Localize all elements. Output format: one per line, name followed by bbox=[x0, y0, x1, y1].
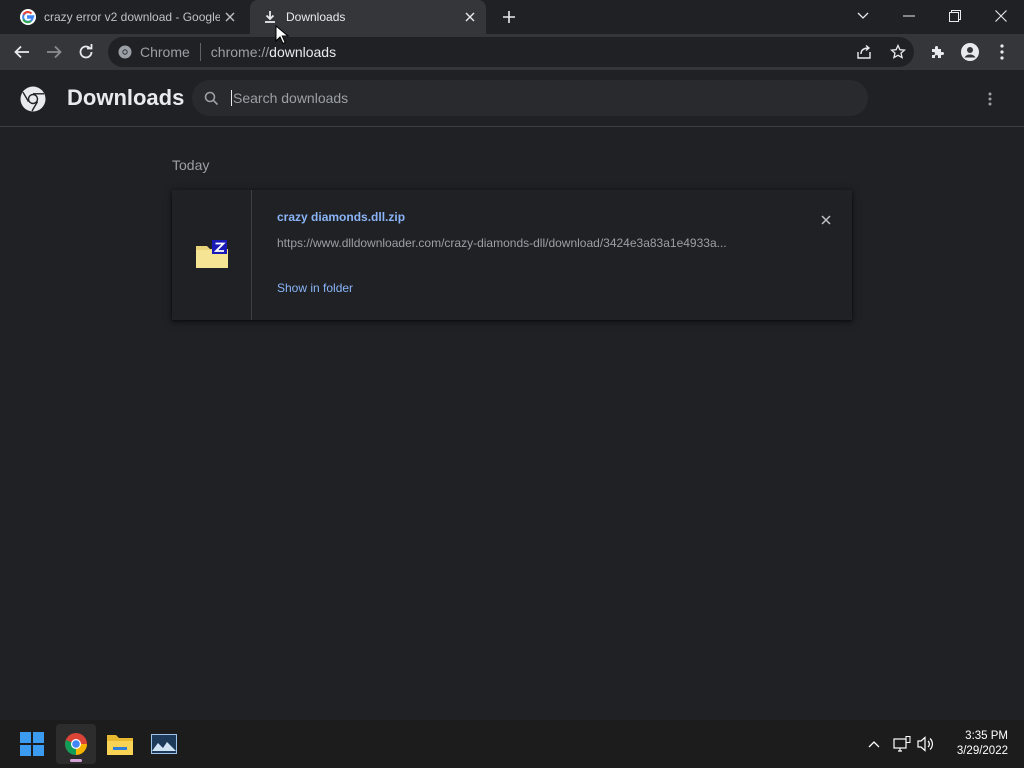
reload-button[interactable] bbox=[72, 38, 100, 66]
site-label: Chrome bbox=[140, 44, 190, 60]
omnibox-divider bbox=[199, 43, 201, 61]
page-title: Downloads bbox=[67, 85, 185, 110]
section-date-heading: Today bbox=[172, 157, 210, 173]
restore-button[interactable] bbox=[932, 0, 978, 32]
file-explorer-icon[interactable] bbox=[100, 724, 140, 764]
show-in-folder-link[interactable]: Show in folder bbox=[277, 281, 353, 295]
menu-kebab-icon[interactable] bbox=[988, 38, 1016, 66]
mouse-cursor-icon bbox=[275, 24, 290, 45]
network-icon[interactable] bbox=[890, 732, 914, 756]
volume-icon[interactable] bbox=[914, 732, 938, 756]
profile-icon[interactable] bbox=[956, 38, 984, 66]
clock-date: 3/29/2022 bbox=[956, 745, 1008, 757]
chrome-taskbar-icon[interactable] bbox=[56, 724, 96, 764]
close-icon[interactable] bbox=[460, 7, 480, 27]
download-icon bbox=[262, 9, 278, 25]
close-window-button[interactable] bbox=[978, 0, 1024, 32]
browser-toolbar: Chrome chrome://downloads bbox=[0, 34, 1024, 70]
search-input[interactable] bbox=[231, 90, 831, 106]
photos-icon[interactable] bbox=[144, 724, 184, 764]
system-clock[interactable]: 3:35 PM 3/29/2022 bbox=[940, 729, 1008, 759]
address-bar[interactable]: Chrome chrome://downloads bbox=[108, 37, 914, 67]
url-scheme: chrome:// bbox=[210, 44, 270, 60]
tab-strip: crazy error v2 download - Google Search … bbox=[0, 0, 1024, 34]
tab-google-search[interactable]: crazy error v2 download - Google Search bbox=[8, 0, 246, 34]
chrome-icon bbox=[118, 45, 132, 59]
search-box[interactable] bbox=[192, 80, 868, 116]
minimize-button[interactable] bbox=[886, 0, 932, 32]
star-icon[interactable] bbox=[890, 44, 906, 60]
url-path: downloads bbox=[269, 44, 337, 60]
windows-start-icon[interactable] bbox=[12, 724, 52, 764]
tab-title: Downloads bbox=[286, 10, 346, 24]
back-button[interactable] bbox=[8, 38, 36, 66]
chrome-logo-icon bbox=[20, 86, 46, 112]
tab-title: crazy error v2 download - Google Search bbox=[44, 10, 220, 24]
windows-taskbar: 3:35 PM 3/29/2022 bbox=[0, 720, 1024, 768]
active-app-indicator bbox=[70, 759, 82, 762]
zip-folder-icon bbox=[196, 240, 228, 268]
downloads-header: Downloads bbox=[0, 70, 1024, 127]
clock-time: 3:35 PM bbox=[965, 730, 1008, 742]
share-icon[interactable] bbox=[856, 44, 872, 60]
file-icon-column bbox=[172, 190, 252, 320]
close-icon[interactable] bbox=[220, 7, 240, 27]
file-source-url[interactable]: https://www.dlldownloader.com/crazy-diam… bbox=[277, 236, 777, 250]
file-name-link[interactable]: crazy diamonds.dll.zip bbox=[277, 210, 405, 224]
remove-download-button[interactable] bbox=[816, 210, 836, 230]
extensions-icon[interactable] bbox=[924, 38, 952, 66]
forward-button[interactable] bbox=[40, 38, 68, 66]
chevron-up-icon[interactable] bbox=[862, 732, 886, 756]
new-tab-button[interactable] bbox=[498, 6, 520, 28]
google-icon bbox=[20, 9, 36, 25]
search-icon bbox=[204, 91, 219, 106]
more-actions-icon[interactable] bbox=[978, 87, 1002, 111]
download-item-card: crazy diamonds.dll.zip https://www.dlldo… bbox=[172, 190, 852, 320]
tab-search-button[interactable] bbox=[840, 0, 886, 32]
